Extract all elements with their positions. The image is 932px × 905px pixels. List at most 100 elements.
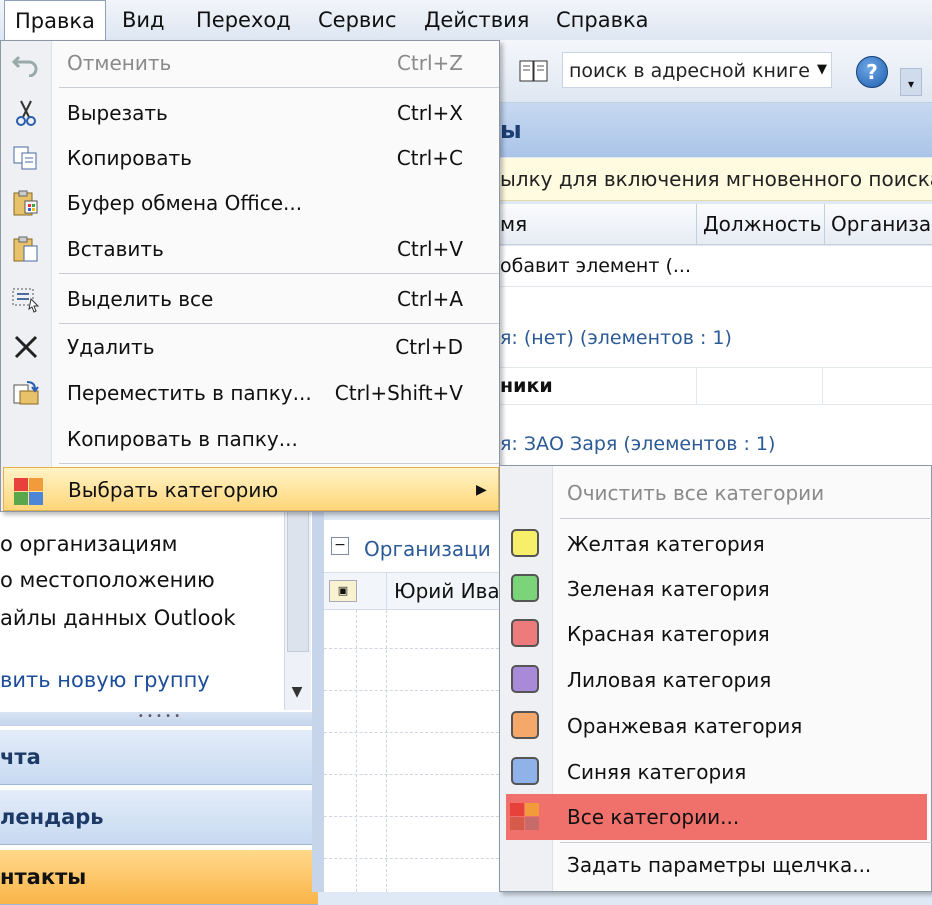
nav-button-mail[interactable]: чта [0,730,318,785]
menu-item-label: Удалить [67,335,155,359]
table-row[interactable]: ники [500,367,932,405]
menu-item-label: Буфер обмена Office... [67,191,303,215]
address-book-icon[interactable] [517,57,551,85]
menu-item-copy[interactable]: Копировать Ctrl+C [1,136,499,180]
nav-button-contacts[interactable]: нтакты [0,850,318,905]
menu-item-orange-category[interactable]: Оранжевая категория [500,703,931,749]
delete-icon [11,333,41,361]
menu-item-blue-category[interactable]: Синяя категория [500,749,931,795]
nav-link-outlook-data-files[interactable]: айлы данных Outlook [0,606,236,630]
nav-link-by-company[interactable]: о организациям [0,532,177,556]
menu-item-label: Очистить все категории [567,481,825,505]
menu-item-set-quick-click[interactable]: Задать параметры щелчка... [500,842,931,888]
menu-item-label: Копировать в папку... [67,427,298,451]
menu-item-categorize[interactable]: Выбрать категорию ▶ [3,467,499,511]
address-book-search-input[interactable]: поиск в адресной книге [562,52,832,88]
menu-item-label: Все категории... [567,805,740,829]
select-all-icon [11,285,41,313]
add-new-group-link[interactable]: вить новую группу [0,668,210,692]
contact-name: Юрий Ива [394,579,500,603]
nav-splitter[interactable]: • • • • • [0,712,318,726]
menu-help[interactable]: Справка [546,0,659,40]
menu-item-label: Оранжевая категория [567,714,803,738]
menu-separator [560,518,932,519]
submenu-arrow-icon: ▶ [476,482,487,498]
menu-item-label: Вырезать [67,101,168,125]
grid-line [324,732,504,733]
group-header[interactable]: я: ЗАО Заря (элементов : 1) [500,433,775,455]
column-divider [822,368,823,404]
menu-bar: Правка Вид Переход Сервис Действия Справ… [0,0,932,41]
menu-item-label: Выбрать категорию [68,478,279,502]
menu-item-label: Задать параметры щелчка... [567,853,872,877]
grid-line [324,858,504,859]
green-category-swatch-icon [511,574,539,602]
menu-item-delete[interactable]: Удалить Ctrl+D [1,325,499,369]
menu-item-move-to-folder[interactable]: Переместить в папку... Ctrl+Shift+V [1,371,499,415]
menu-item-shortcut: Ctrl+X [396,101,463,125]
pane-divider[interactable] [312,510,324,892]
menu-tools[interactable]: Сервис [308,0,406,40]
categorize-icon [510,803,540,831]
grid-line [356,610,357,892]
categorize-icon [14,478,44,506]
purple-category-swatch-icon [511,665,539,693]
menu-separator [59,463,499,464]
red-category-swatch-icon [511,619,539,647]
column-header-company[interactable]: Организа [824,204,932,244]
menu-item-label: Синяя категория [567,760,747,784]
cut-icon [11,99,41,127]
nav-scrollbar-thumb[interactable] [287,510,309,652]
menu-item-green-category[interactable]: Зеленая категория [500,566,931,612]
column-header-title[interactable]: Должность [696,204,827,244]
blue-category-swatch-icon [511,757,539,785]
menu-item-shortcut: Ctrl+Z [396,51,463,75]
collapse-icon[interactable]: − [331,537,349,555]
menu-item-paste[interactable]: Вставить Ctrl+V [1,227,499,271]
toolbar-options-icon[interactable]: ▾ [900,68,922,96]
category-submenu: Очистить все категории Желтая категория … [499,465,932,892]
menu-item-label: Желтая категория [567,532,765,556]
menu-item-undo[interactable]: Отменить Ctrl+Z [1,41,499,85]
menu-item-label: Копировать [67,146,192,170]
group-header[interactable]: я: (нет) (элементов : 1) [500,327,732,349]
menu-item-shortcut: Ctrl+A [396,287,463,311]
menu-item-office-clipboard[interactable]: Буфер обмена Office... [1,181,499,225]
menu-item-copy-to-folder[interactable]: Копировать в папку... [1,417,499,461]
menu-edit[interactable]: Правка [4,0,106,41]
menu-separator [59,273,499,274]
column-header-name[interactable]: мя [500,204,690,244]
scroll-down-icon[interactable]: ▼ [287,684,307,704]
move-to-folder-icon [11,379,41,407]
grid-line [324,690,504,691]
menu-view[interactable]: Вид [112,0,175,40]
add-item-row[interactable]: обавит элемент (... [500,246,932,287]
edit-menu: Отменить Ctrl+Z Вырезать Ctrl+X Копирова… [0,40,500,512]
menu-item-label: Зеленая категория [567,577,770,601]
menu-item-shortcut: Ctrl+Shift+V [334,381,463,405]
yellow-category-swatch-icon [511,529,539,557]
menu-go[interactable]: Переход [186,0,301,40]
menu-item-red-category[interactable]: Красная категория [500,611,931,657]
help-icon[interactable]: ? [856,56,888,88]
nav-link-by-location[interactable]: о местоположению [0,568,215,592]
menu-item-purple-category[interactable]: Лиловая категория [500,657,931,703]
menu-item-select-all[interactable]: Выделить все Ctrl+A [1,277,499,321]
instant-search-info-bar[interactable]: ылку для включения мгновенного поиска [500,158,932,201]
menu-actions[interactable]: Действия [414,0,539,40]
paste-icon [11,235,41,263]
menu-item-cut[interactable]: Вырезать Ctrl+X [1,91,499,135]
contacts-list: я: (нет) (элементов : 1) ники я: ЗАО Зар… [500,287,932,467]
menu-item-clear-all-categories[interactable]: Очистить все категории [500,470,931,516]
menu-item-label: Вставить [67,237,164,261]
column-divider [386,573,387,609]
nav-button-calendar[interactable]: лендарь [0,790,318,845]
menu-item-yellow-category[interactable]: Желтая категория [500,521,931,567]
chevron-down-icon[interactable]: ▼ [812,52,832,88]
menu-item-label: Переместить в папку... [67,381,312,405]
column-divider [696,368,697,404]
folder-title: ы [500,103,932,157]
menu-separator [59,323,499,324]
menu-item-shortcut: Ctrl+C [396,146,463,170]
menu-item-all-categories[interactable]: Все категории... [506,794,927,840]
